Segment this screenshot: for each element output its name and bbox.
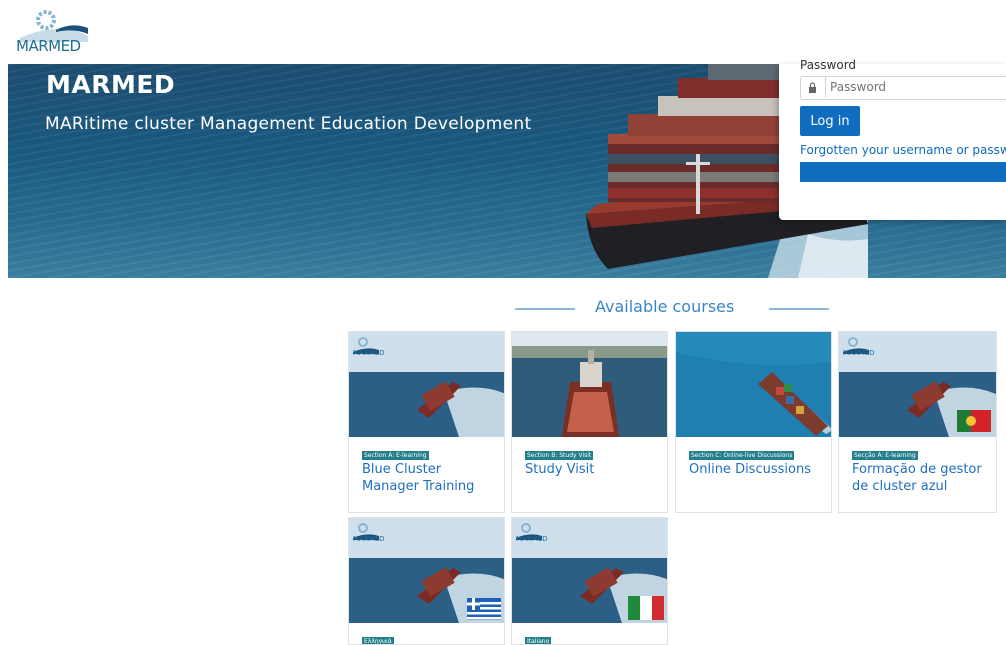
forgot-password-link[interactable]: Forgotten your username or password? [800,143,1006,157]
available-courses-heading: Available courses [515,297,831,321]
course-tag: Section C: Online-live Discussions [689,451,795,460]
lock-icon [809,82,816,93]
course-image-ship[interactable]: MARMED [349,518,504,623]
password-label: Password [800,58,857,72]
course-title[interactable]: Blue Cluster Manager Training [362,461,502,495]
course-tag: Section B: Study Visit [525,451,594,460]
course-title[interactable]: Formação de gestor de cluster azul [852,461,992,495]
heading-divider-right [769,308,829,310]
login-button[interactable]: Log in [800,106,860,136]
course-tag: Ελληνικά [362,637,394,645]
course-tag: Secção A: E-learning [852,451,918,460]
svg-text:MARMED: MARMED [353,349,385,357]
course-title[interactable]: Study Visit [525,461,665,478]
course-card[interactable]: MARMED Secção A: E-learning Formação de … [838,331,997,513]
course-tag: Section A: E-learning [362,451,429,460]
course-card[interactable]: Section C: Online-live Discussions Onlin… [675,331,832,513]
greece-flag-icon [467,598,501,620]
course-card[interactable]: MARMED Section A: E-learning Blue Cluste… [348,331,505,513]
top-navbar: MARMED [0,0,1006,64]
course-image-ship[interactable]: MARMED [349,332,504,437]
course-image-tug-boat[interactable] [512,332,667,437]
course-tag: Italiano [525,637,552,645]
svg-text:MARMED: MARMED [353,535,385,543]
login-panel: Password Log in Forgotten your username … [779,58,1006,220]
signup-button[interactable] [800,162,1006,182]
course-title[interactable]: Online Discussions [689,461,829,478]
course-image-ship[interactable]: MARMED [839,332,996,437]
svg-text:MARMED: MARMED [843,349,875,357]
site-logo[interactable]: MARMED [16,8,92,60]
portugal-flag-icon [957,410,991,432]
italy-flag-icon [628,596,664,620]
heading-divider-left [515,308,575,310]
course-image-aerial-ship[interactable] [676,332,831,437]
hero-title: MARMED [46,70,176,99]
svg-text:MARMED: MARMED [516,535,548,543]
course-image-ship[interactable]: MARMED [512,518,667,623]
course-card[interactable]: MARMED Italiano [511,517,668,645]
password-input[interactable] [825,77,1006,97]
courses-heading-text: Available courses [595,297,735,316]
course-card[interactable]: MARMED Ελληνικά [348,517,505,645]
password-field-wrapper [800,76,1006,100]
hero-subtitle: MARitime cluster Management Education De… [45,114,532,134]
logo-text: MARMED [16,37,81,55]
course-card[interactable]: Section B: Study Visit Study Visit [511,331,668,513]
